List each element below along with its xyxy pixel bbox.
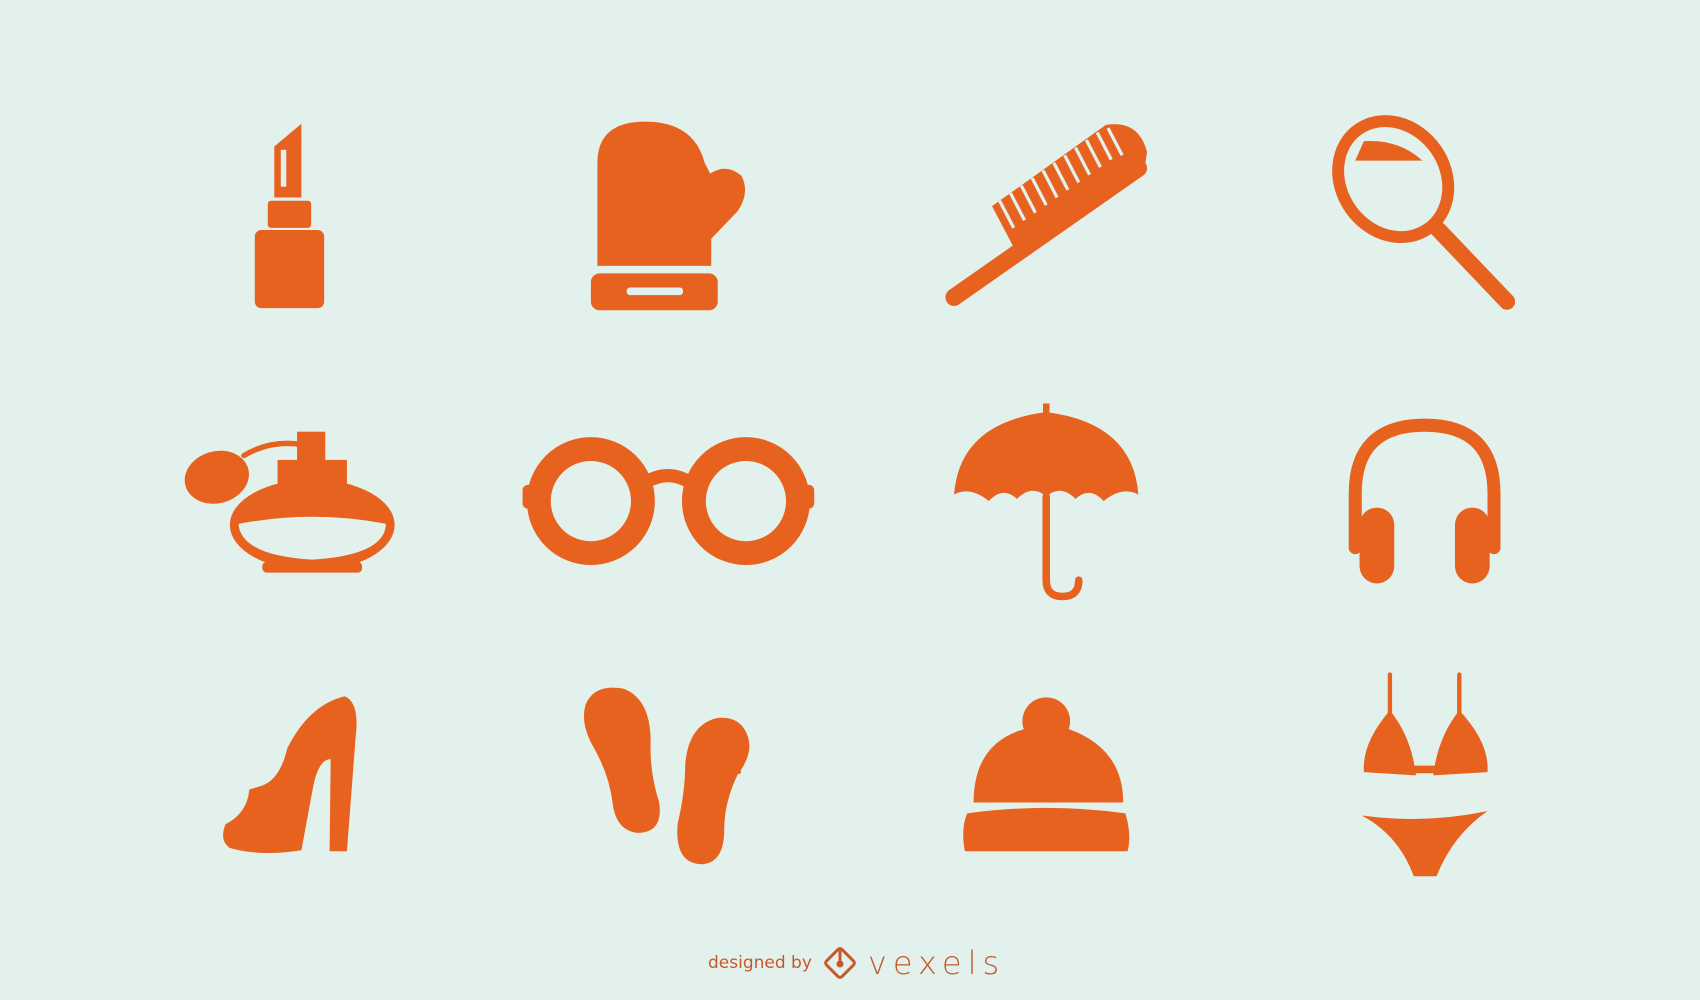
glasses-icon xyxy=(522,437,815,566)
credit-prefix: designed by xyxy=(708,953,812,973)
mitten-icon xyxy=(590,121,746,311)
hand-mirror-icon xyxy=(1332,115,1516,310)
credit-brand: vexels xyxy=(867,944,1006,982)
high-heel-icon xyxy=(223,696,357,853)
lipstick-icon xyxy=(254,123,325,309)
bikini-icon xyxy=(1361,672,1488,877)
vexels-credit[interactable]: designed by vexels xyxy=(708,944,1005,982)
vexels-logo-icon xyxy=(824,947,856,979)
beanie-icon xyxy=(963,697,1130,852)
umbrella-icon xyxy=(954,403,1139,601)
headphones-icon xyxy=(1348,418,1501,584)
fashion-icon-grid xyxy=(184,115,1516,877)
flip-flops-icon xyxy=(583,687,750,865)
comb-icon xyxy=(945,124,1148,306)
perfume-icon xyxy=(184,431,395,573)
